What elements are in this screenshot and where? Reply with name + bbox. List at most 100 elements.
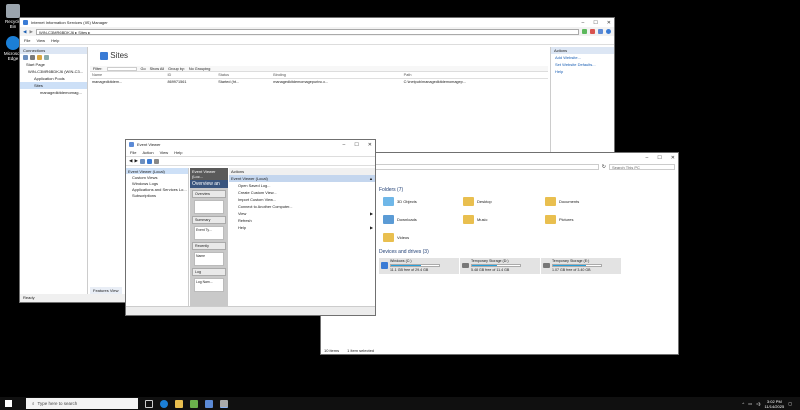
add-website-link[interactable]: Add Website... <box>551 54 614 61</box>
maximize-icon[interactable]: ☐ <box>593 20 597 26</box>
drive-e[interactable]: Temporary Storage (E:) 1.07 GB free of 3.… <box>541 258 621 274</box>
ev-selected-item[interactable]: Event Viewer (Local) ▲ <box>229 175 375 182</box>
table-row[interactable]: managedkitdem... 869971561 Started (ht..… <box>90 79 548 86</box>
menu-help[interactable]: Help <box>174 150 182 155</box>
clock[interactable]: 3:02 PM 11/14/2025 <box>764 399 784 409</box>
folder-downloads[interactable]: Downloads <box>383 215 417 224</box>
refresh-icon[interactable] <box>582 29 587 34</box>
taskbar-search[interactable]: ⌕ Type here to search <box>26 398 138 409</box>
help-icon[interactable] <box>606 29 611 34</box>
recently-box: Name <box>194 252 224 266</box>
connect-icon[interactable] <box>23 55 28 60</box>
network-icon[interactable]: ▭ <box>748 401 752 406</box>
notifications-icon[interactable]: ▢ <box>788 401 792 406</box>
grouping-select[interactable]: No Grouping <box>189 67 211 71</box>
server-manager-icon[interactable] <box>190 399 198 408</box>
chevron-up-icon[interactable]: ^ <box>742 401 744 406</box>
menu-file[interactable]: File <box>24 38 30 43</box>
refresh-icon[interactable]: ↻ <box>602 164 606 170</box>
minimize-icon[interactable]: – <box>582 20 585 26</box>
help-icon[interactable] <box>146 158 152 164</box>
menu-view[interactable]: View <box>160 150 169 155</box>
close-icon[interactable]: ✕ <box>671 155 675 161</box>
iis-taskbar-icon[interactable] <box>205 399 213 408</box>
ev-scrollbar[interactable] <box>126 306 375 315</box>
drive-d[interactable]: Temporary Storage (D:) 5.48 GB free of 11… <box>460 258 540 274</box>
edge-icon[interactable] <box>160 399 168 408</box>
save-icon[interactable] <box>30 55 35 60</box>
maximize-icon[interactable]: ☐ <box>657 155 661 161</box>
filter-go-button[interactable]: Go <box>141 67 146 71</box>
action-open-saved-log[interactable]: Open Saved Log... <box>229 182 375 189</box>
iis-help-link[interactable]: Help <box>551 68 614 75</box>
action-connect-computer[interactable]: Connect to Another Computer... <box>229 203 375 210</box>
ev-title-bar[interactable]: Event Viewer – ☐ ✕ <box>126 140 375 149</box>
close-icon[interactable]: ✕ <box>368 142 372 148</box>
menu-help[interactable]: Help <box>51 38 59 43</box>
drive-usage-bar <box>552 264 602 267</box>
tree-server[interactable]: WIN-C3MR6BDKJ6 (WIN-C3... <box>20 68 87 75</box>
show-all-button[interactable]: Show All <box>150 67 165 71</box>
folder-desktop[interactable]: Desktop <box>463 197 492 206</box>
collapse-icon[interactable]: ▲ <box>369 176 373 181</box>
connections-header: Connections <box>20 47 87 54</box>
stop-icon[interactable] <box>590 29 595 34</box>
folders-header[interactable]: Folders (7) <box>379 187 403 193</box>
drives-header[interactable]: Devices and drives (3) <box>379 249 429 255</box>
back-icon[interactable]: ◀ <box>129 158 132 164</box>
tree-application-pools[interactable]: Application Pools <box>20 75 87 82</box>
minimize-icon[interactable]: – <box>343 142 346 148</box>
section-summary[interactable]: Summary <box>192 216 226 224</box>
close-icon[interactable]: ✕ <box>607 20 611 26</box>
section-recently[interactable]: Recently <box>192 242 226 250</box>
actions-header: Actions <box>551 47 614 54</box>
action-import-custom-view[interactable]: Import Custom View... <box>229 196 375 203</box>
tree-subscriptions[interactable]: Subscriptions <box>126 192 188 198</box>
filter-input[interactable] <box>106 66 137 71</box>
section-log[interactable]: Log <box>192 268 226 276</box>
home-icon[interactable] <box>598 29 603 34</box>
action-create-custom-view[interactable]: Create Custom View... <box>229 189 375 196</box>
drive-c[interactable]: Windows (C:) 11.1 GB free of 29.4 GB <box>379 258 459 274</box>
ev-toolbar: ◀ ▶ <box>126 157 375 166</box>
menu-view[interactable]: View <box>36 38 45 43</box>
menu-action[interactable]: Action <box>142 150 153 155</box>
folder-videos[interactable]: Videos <box>383 233 409 242</box>
up-icon[interactable] <box>37 55 42 60</box>
file-explorer-icon[interactable] <box>175 399 183 408</box>
event-viewer-taskbar-icon[interactable] <box>220 399 228 408</box>
set-website-defaults-link[interactable]: Set Website Defaults... <box>551 61 614 68</box>
folder-icon <box>463 197 474 206</box>
show-hide-tree-icon[interactable] <box>139 158 145 164</box>
folder-documents[interactable]: Documents <box>545 197 579 206</box>
delete-icon[interactable] <box>44 55 49 60</box>
maximize-icon[interactable]: ☐ <box>354 142 358 148</box>
action-help[interactable]: Help ▶ <box>229 224 375 231</box>
forward-icon[interactable]: ▶ <box>134 158 137 164</box>
iis-title-bar[interactable]: Internet Information Services (IIS) Mana… <box>20 18 614 27</box>
menu-file[interactable]: File <box>130 150 136 155</box>
folder-music[interactable]: Music <box>463 215 487 224</box>
tree-start-page[interactable]: Start Page <box>20 61 87 68</box>
task-view-icon[interactable] <box>145 399 153 408</box>
minimize-icon[interactable]: – <box>646 155 649 161</box>
ev-mid-header: Event Viewer (Loc... <box>190 168 228 180</box>
action-refresh[interactable]: Refresh <box>229 217 375 224</box>
explorer-search-input[interactable]: Search This PC <box>609 164 675 170</box>
tree-app-services-logs[interactable]: Applications and Services Lo... <box>126 186 188 192</box>
tree-sites[interactable]: Sites <box>20 82 87 89</box>
volume-icon[interactable]: ◁) <box>756 401 760 406</box>
features-view-tab[interactable]: Features View <box>90 287 122 294</box>
forward-icon[interactable]: ▶ <box>29 29 32 35</box>
folder-pictures[interactable]: Pictures <box>545 215 573 224</box>
start-button[interactable] <box>5 399 12 408</box>
back-icon[interactable]: ◀ <box>23 29 26 35</box>
section-overview[interactable]: Overview <box>192 190 226 198</box>
tree-site[interactable]: managedkitdemomag... <box>20 89 87 96</box>
action-view[interactable]: View ▶ <box>229 210 375 217</box>
properties-icon[interactable] <box>153 158 159 164</box>
folder-3d-objects[interactable]: 3D Objects <box>383 197 417 206</box>
submenu-arrow-icon: ▶ <box>370 211 373 216</box>
iis-address-field[interactable]: WIN-C3MR6BDKJ6 ▸ Sites ▸ <box>35 28 579 35</box>
event-viewer-window[interactable]: Event Viewer – ☐ ✕ File Action View Help ◀… <box>125 139 376 316</box>
